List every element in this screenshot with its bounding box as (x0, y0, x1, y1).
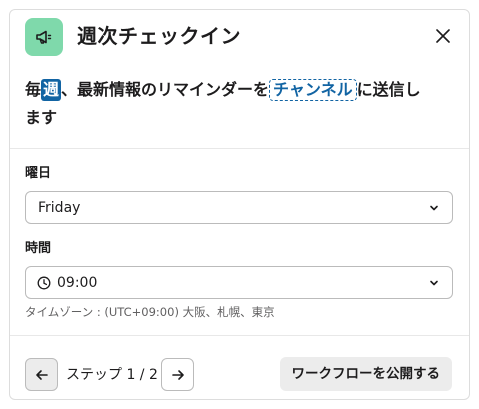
publish-workflow-button[interactable]: ワークフローを公開する (279, 357, 452, 391)
next-button[interactable] (161, 358, 194, 391)
step-indicator: ステップ 1 / 2 (66, 367, 158, 383)
summary-text-4: ます (25, 108, 58, 127)
divider-top (10, 148, 469, 149)
time-select[interactable]: 09:00 (25, 266, 453, 299)
summary-text-2: 、最新情報のリマインダーを (61, 80, 270, 99)
time-label: 時間 (25, 241, 52, 256)
chevron-down-icon (430, 280, 438, 286)
megaphone-icon (25, 18, 63, 56)
dialog-title: 週次チェックイン (77, 24, 241, 48)
chevron-down-icon (430, 205, 438, 211)
day-select[interactable]: Friday (25, 191, 453, 224)
summary-text-3: に送信し (356, 80, 421, 99)
back-button[interactable] (25, 358, 58, 391)
arrow-left-icon (35, 369, 48, 380)
channel-token[interactable]: チャンネル (269, 79, 357, 101)
week-token[interactable]: 週 (41, 79, 62, 101)
workflow-dialog: 週次チェックイン 毎週、最新情報のリマインダーを チャンネル に送信し ます 曜日 … (9, 9, 470, 400)
clock-icon (37, 276, 51, 289)
time-select-value: 09:00 (57, 274, 98, 291)
divider-bottom (10, 335, 469, 336)
day-label: 曜日 (25, 166, 52, 181)
timezone-note: タイムゾーン : (UTC+09:00) 大阪、札幌、東京 (25, 305, 275, 319)
close-button[interactable] (431, 24, 455, 48)
arrow-right-icon (171, 369, 184, 380)
dialog-header: 週次チェックイン (10, 10, 469, 64)
close-icon (436, 29, 450, 43)
day-select-value: Friday (38, 199, 81, 216)
workflow-summary: 毎週、最新情報のリマインダーを チャンネル に送信し ます (25, 76, 455, 132)
summary-text-1: 毎 (25, 80, 42, 99)
